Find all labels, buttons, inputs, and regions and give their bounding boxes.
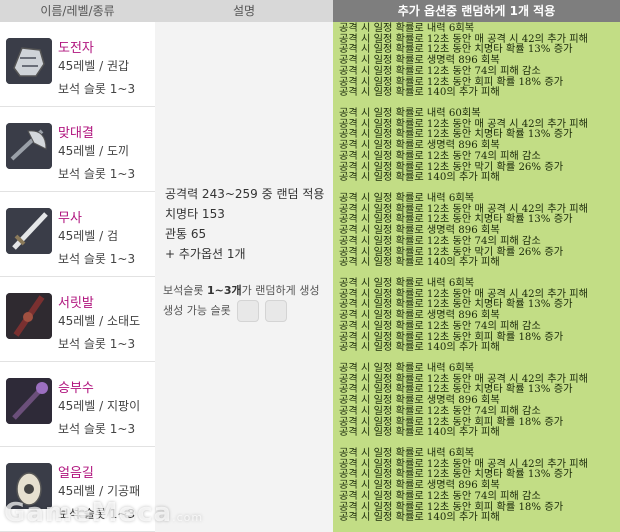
option-line: 공격 시 일정 확률로 12초 동안 74의 피해 감소	[339, 65, 541, 77]
option-line: 공격 시 일정 확률로 140의 추가 피해	[339, 342, 500, 354]
option-group: 공격 시 일정 확률로 내력 60회복 공격 시 일정 확률로 12초 동안 매 …	[339, 108, 619, 184]
pentagon-slot-icon	[264, 300, 287, 322]
hex-slot-icon	[236, 300, 259, 322]
weapon-gem-slots: 보석 슬롯 1~3	[58, 82, 136, 96]
weapon-table: 이름/레벨/종류 설명 추가 옵션중 랜덤하게 1개 적용 공격력 243~25…	[0, 0, 620, 532]
weapon-row: 승부수 45레벨 / 지팡이보석 슬롯 1~3	[0, 362, 155, 447]
sword-icon	[6, 208, 52, 254]
weapon-gem-slots: 보석 슬롯 1~3	[58, 337, 136, 351]
option-line: 공격 시 일정 확률로 12초 동안 74의 피해 감소	[339, 320, 541, 332]
weapon-row: 서릿발 45레벨 / 소태도보석 슬롯 1~3	[0, 277, 155, 362]
option-line: 공격 시 일정 확률로 140의 추가 피해	[339, 172, 500, 184]
weapon-name: 무사	[58, 211, 82, 226]
weapon-level-type: 45레벨 / 검	[58, 229, 119, 243]
weapon-gem-slots: 보석 슬롯 1~3	[58, 167, 136, 181]
weapon-level-type: 45레벨 / 기공패	[58, 484, 141, 498]
staff-icon	[6, 378, 52, 424]
weapon-gem-slots: 보석 슬롯 1~3	[58, 422, 136, 436]
weapon-level-type: 45레벨 / 지팡이	[58, 399, 141, 413]
header-random-option: 추가 옵션중 랜덤하게 1개 적용	[333, 0, 620, 22]
watermark-domain: .com	[172, 511, 204, 524]
attack-range: 공격력 243~259 중 랜덤 적용	[165, 187, 325, 201]
extra-option: + 추가옵션 1개	[165, 247, 246, 261]
stat-description: 공격력 243~259 중 랜덤 적용 치명타 153 관통 65 + 추가옵션…	[165, 184, 324, 264]
option-line: 공격 시 일정 확률로 140의 추가 피해	[339, 257, 500, 269]
option-line: 공격 시 일정 확률로 140의 추가 피해	[339, 512, 500, 524]
option-line: 공격 시 일정 확률로 12초 동안 74의 피해 감소	[339, 150, 541, 162]
option-line: 공격 시 일정 확률로 140의 추가 피해	[339, 427, 500, 439]
weapon-name: 승부수	[58, 381, 94, 396]
option-group: 공격 시 일정 확률로 내력 6회복 공격 시 일정 확률로 12초 동안 매 공…	[339, 23, 619, 99]
gem-slot-prefix: 보석슬롯	[163, 284, 207, 297]
option-group: 공격 시 일정 확률로 내력 6회복 공격 시 일정 확률로 12초 동안 매 공…	[339, 363, 619, 439]
weapon-level-type: 45레벨 / 도끼	[58, 144, 130, 158]
option-line: 공격 시 일정 확률로 140의 추가 피해	[339, 87, 500, 99]
option-line: 공격 시 일정 확률로 12초 동안 74의 피해 감소	[339, 235, 541, 247]
option-line: 공격 시 일정 확률로 12초 동안 74의 피해 감소	[339, 490, 541, 502]
pierce-value: 관통 65	[165, 227, 207, 241]
option-group: 공격 시 일정 확률로 내력 6회복 공격 시 일정 확률로 12초 동안 매 공…	[339, 278, 619, 354]
weapon-name: 얼음길	[58, 466, 94, 481]
weapon-gem-slots: 보석 슬롯 1~3	[58, 252, 136, 266]
gem-possible-label: 생성 가능 슬롯	[163, 304, 231, 317]
crit-value: 치명타 153	[165, 207, 225, 221]
watermark-brand: GameMeca	[4, 498, 173, 528]
weapon-name: 맞대결	[58, 126, 94, 141]
option-line: 공격 시 일정 확률로 12초 동안 74의 피해 감소	[339, 405, 541, 417]
weapon-name: 서릿발	[58, 296, 94, 311]
header-name-level-type: 이름/레벨/종류	[0, 0, 156, 22]
gauntlet-icon	[6, 38, 52, 84]
gem-slot-count: 1~3개	[206, 284, 242, 297]
weapon-row: 무사 45레벨 / 검보석 슬롯 1~3	[0, 192, 155, 277]
weapon-row: 도전자 45레벨 / 권갑보석 슬롯 1~3	[0, 22, 155, 107]
weapon-row: 맞대결 45레벨 / 도끼보석 슬롯 1~3	[0, 107, 155, 192]
description-column: 공격력 243~259 중 랜덤 적용 치명타 153 관통 65 + 추가옵션…	[155, 22, 333, 532]
axe-icon	[6, 123, 52, 169]
gem-slot-info: 보석슬롯 1~3개가 랜덤하게 생성 생성 가능 슬롯	[163, 282, 319, 322]
watermark: GameMeca.com	[4, 498, 203, 528]
dagger-icon	[6, 293, 52, 339]
weapon-name: 도전자	[58, 41, 94, 56]
option-group: 공격 시 일정 확률로 내력 6회복 공격 시 일정 확률로 12초 동안 매 공…	[339, 193, 619, 269]
header-description: 설명	[155, 0, 334, 22]
weapon-level-type: 45레벨 / 소태도	[58, 314, 141, 328]
weapon-level-type: 45레벨 / 권갑	[58, 59, 130, 73]
gem-slot-suffix: 가 랜덤하게 생성	[241, 284, 320, 297]
option-group: 공격 시 일정 확률로 내력 6회복 공격 시 일정 확률로 12초 동안 매 공…	[339, 448, 619, 524]
